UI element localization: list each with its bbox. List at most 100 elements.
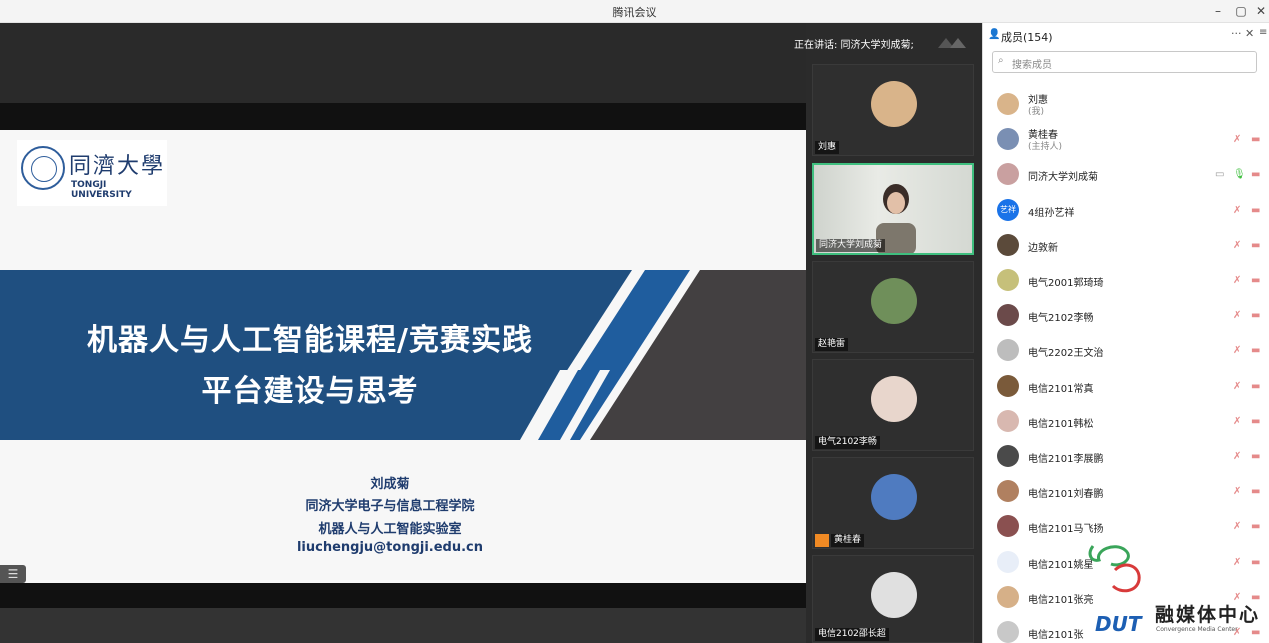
avatar: [997, 93, 1019, 115]
member-row[interactable]: 电气2001郭琦琦 ✗ ▬: [983, 263, 1269, 298]
logo-chinese: 同濟大學: [69, 154, 166, 179]
avatar: [997, 409, 1019, 432]
member-name: 电信2101刘春鹏: [1028, 489, 1104, 501]
watermark-brand: DUT: [1095, 612, 1142, 636]
video-thumb-5[interactable]: 黄桂春: [812, 457, 974, 549]
video-thumb-6[interactable]: 电信2102邵长超: [812, 555, 974, 643]
avatar: [871, 572, 917, 618]
camera-off-icon[interactable]: ▬: [1251, 275, 1265, 287]
member-name: 电信2101李展鹏: [1028, 454, 1104, 465]
mic-muted-icon[interactable]: ✗: [1233, 205, 1245, 217]
person-icon: 👤: [988, 29, 1001, 40]
video-thumb-3[interactable]: 赵艳雷: [812, 261, 974, 353]
thumb-name: 电气2102李畅: [815, 436, 880, 449]
video-thumb-1[interactable]: 刘惠: [812, 64, 974, 156]
video-thumb-2[interactable]: 同济大学刘成菊: [812, 163, 974, 255]
camera-off-icon[interactable]: ▬: [1251, 451, 1265, 463]
avatar: [871, 474, 917, 520]
video-thumb-4[interactable]: 电气2102李畅: [812, 359, 974, 451]
avatar: 艺祥: [997, 198, 1019, 221]
mic-muted-icon[interactable]: ✗: [1233, 134, 1245, 146]
watermark-subtext: Convergence Media Center: [1156, 626, 1238, 633]
slide-bottom-band: [0, 608, 806, 643]
member-name: 电信2101韩松: [1028, 418, 1094, 430]
avatar: [997, 128, 1019, 151]
slide-title-line1: 机器人与人工智能课程/竞赛实践: [87, 323, 533, 358]
member-name: 4组孙艺祥: [1028, 207, 1075, 219]
member-name: 电信2101张亮: [1028, 594, 1094, 606]
close-icon[interactable]: ✕: [1248, 1, 1269, 21]
mic-muted-icon[interactable]: ✗: [1233, 451, 1245, 463]
slide-top-band: [0, 23, 806, 103]
search-placeholder: 搜索成员: [1012, 60, 1052, 71]
member-row[interactable]: 黄桂春 (主持人) ✗ ▬: [983, 122, 1269, 157]
camera-off-icon[interactable]: ▬: [1251, 169, 1265, 181]
search-icon: ⌕: [998, 55, 1004, 66]
member-name: 边敦新: [1028, 242, 1058, 254]
window-title: 腾讯会议: [612, 6, 657, 19]
panel-header: 👤 成员(154) ··· ✕ ≡: [983, 23, 1269, 47]
member-name: 电气2102李畅: [1028, 313, 1094, 325]
member-name: 电信2101马飞扬: [1028, 524, 1104, 536]
camera-off-icon[interactable]: ▬: [1251, 381, 1265, 393]
close-panel-icon[interactable]: ✕: [1245, 27, 1254, 40]
avatar: [871, 278, 917, 324]
panel-menu-icon[interactable]: ≡: [1259, 27, 1267, 38]
camera-off-icon[interactable]: ▬: [1251, 521, 1265, 533]
camera-off-icon[interactable]: ▬: [1251, 134, 1265, 146]
search-input[interactable]: ⌕ 搜索成员: [992, 51, 1257, 73]
mic-muted-icon[interactable]: ✗: [1233, 521, 1245, 533]
avatar: [997, 269, 1019, 291]
camera-off-icon[interactable]: ▬: [1251, 416, 1265, 428]
author-name: 刘成菊: [370, 477, 410, 492]
member-role: (我): [1028, 107, 1045, 117]
author-email: liuchengju@tongji.edu.cn: [296, 540, 484, 555]
mic-muted-icon[interactable]: ✗: [1233, 381, 1245, 393]
avatar: [997, 339, 1019, 362]
mic-on-icon[interactable]: 🎙: [1233, 169, 1246, 181]
camera-off-icon[interactable]: ▬: [1251, 240, 1265, 252]
logo-english: TONGJI UNIVERSITY: [71, 180, 132, 200]
member-role: (主持人): [1028, 142, 1063, 153]
camera-off-icon[interactable]: ▬: [1251, 310, 1265, 322]
member-row[interactable]: 刘惠 (我): [983, 87, 1269, 122]
tencent-meeting-logo-icon: [938, 38, 966, 48]
mic-muted-icon[interactable]: ✗: [1233, 416, 1245, 428]
thumb-name: 电信2102邵长超: [815, 628, 889, 641]
mic-muted-icon[interactable]: ✗: [1233, 275, 1245, 287]
avatar: [997, 445, 1019, 467]
avatar: [871, 376, 917, 422]
member-row[interactable]: 边敦新 ✗ ▬: [983, 228, 1269, 263]
camera-off-icon[interactable]: ▬: [1251, 486, 1265, 498]
avatar: [997, 585, 1019, 608]
avatar: [997, 621, 1019, 643]
mic-muted-icon[interactable]: ✗: [1233, 310, 1245, 322]
thumb-name: 同济大学刘成菊: [816, 239, 886, 252]
mic-muted-icon[interactable]: ✗: [1233, 345, 1245, 357]
camera-off-icon[interactable]: ▬: [1251, 205, 1265, 217]
member-row[interactable]: 电气2202王文治 ✗ ▬: [983, 333, 1269, 368]
member-name: 同济大学刘成菊: [1028, 172, 1098, 184]
avatar: [997, 163, 1019, 186]
avatar: [997, 550, 1019, 573]
slide-title-line2: 平台建设与思考: [201, 374, 419, 409]
member-row[interactable]: 艺祥 4组孙艺祥 ✗ ▬: [983, 193, 1269, 228]
more-icon[interactable]: ···: [1231, 27, 1242, 40]
affiliation-lab: 机器人与人工智能实验室: [318, 522, 462, 537]
mic-muted-icon[interactable]: ✗: [1233, 240, 1245, 252]
member-row[interactable]: 电信2101韩松 ✗ ▬: [983, 404, 1269, 439]
camera-off-icon[interactable]: ▬: [1251, 345, 1265, 357]
speaking-indicator: 正在讲话: 同济大学刘成菊;: [794, 40, 914, 51]
member-row[interactable]: 电信2101常真 ✗ ▬: [983, 369, 1269, 404]
member-row[interactable]: 电信2101李展鹏 ✗ ▬: [983, 439, 1269, 474]
avatar: [997, 374, 1019, 397]
watermark-text: 融媒体中心: [1155, 604, 1261, 626]
university-seal-icon: [21, 146, 65, 190]
slide: 同濟大學 TONGJI UNIVERSITY 机器人与人工智能课程/竞赛实践 平…: [0, 130, 806, 583]
mic-muted-icon[interactable]: ✗: [1233, 486, 1245, 498]
list-toggle-icon[interactable]: ☰: [0, 565, 26, 583]
member-name: 电信2101姚星: [1028, 559, 1094, 571]
member-row[interactable]: 电信2101刘春鹏 ✗ ▬: [983, 474, 1269, 509]
member-row[interactable]: 同济大学刘成菊 ▭ 🎙 ▬: [983, 157, 1269, 192]
member-row[interactable]: 电气2102李畅 ✗ ▬: [983, 298, 1269, 333]
